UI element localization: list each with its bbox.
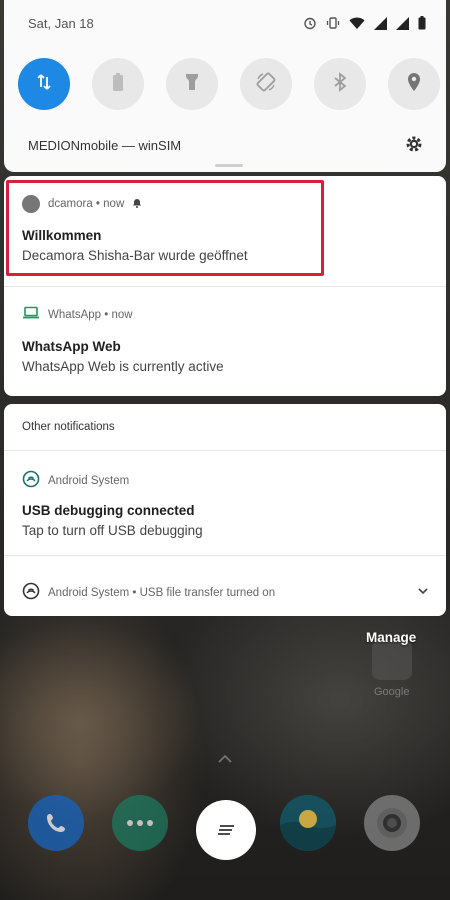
laptop-icon [22,306,40,323]
alarm-icon [303,16,317,30]
google-label: Google [374,686,410,698]
messages-app-icon [112,795,168,851]
data-arrows-icon [34,72,54,97]
status-bar: Sat, Jan 18 [28,14,426,36]
manage-button[interactable]: Manage [366,630,416,645]
phone-app-icon [28,795,84,851]
notification-app-line: Android System [48,474,130,487]
location-tile[interactable] [388,58,440,110]
clear-all-button [196,800,256,860]
notification-app-row: dcamora • now [22,195,142,213]
notification-title: USB debugging connected [22,503,195,518]
notification-app-row: Android System • USB file transfer turne… [22,582,275,603]
signal-icon [374,16,387,30]
camera-app-icon [364,795,420,851]
notification-app-row: Android System [22,470,129,491]
chevron-up-icon [218,750,232,768]
battery-icon [112,72,124,97]
drag-handle[interactable] [215,164,243,167]
notification-whatsapp[interactable]: WhatsApp • now WhatsApp Web WhatsApp Web… [4,287,446,396]
status-date: Sat, Jan 18 [28,16,94,31]
notification-body: WhatsApp Web is currently active [22,359,224,374]
notification-usb-debugging[interactable]: Android System USB debugging connected T… [4,451,446,555]
other-notifications-label: Other notifications [22,421,115,433]
location-icon [406,72,422,97]
wifi-icon [349,17,365,30]
auto-rotate-tile[interactable] [240,58,292,110]
notification-card-conversations: dcamora • now Willkommen Decamora Shisha… [4,176,446,396]
vibrate-icon [326,16,340,30]
mobile-data-tile[interactable] [18,58,70,110]
battery-saver-tile[interactable] [92,58,144,110]
notification-app-line: dcamora • now [48,198,125,210]
android-system-icon [22,470,40,491]
settings-gear-icon[interactable] [404,134,424,154]
signal-2-icon [396,16,409,30]
notification-dcamora[interactable]: dcamora • now Willkommen Decamora Shisha… [4,176,446,286]
notification-title: WhatsApp Web [22,339,121,354]
bluetooth-tile[interactable] [314,58,366,110]
quick-settings-tiles [18,58,440,110]
quick-settings-panel: Sat, Jan 18 MEDIONmobile — winSIM [4,0,446,172]
notification-usb-file-transfer[interactable]: Android System • USB file transfer turne… [4,556,446,616]
carrier-label: MEDIONmobile — winSIM [28,138,182,153]
google-app-icon [372,640,412,680]
notification-app-line: Android System • USB file transfer turne… [48,586,276,599]
dcamora-app-icon [22,195,40,213]
notification-title: Willkommen [22,228,102,243]
notification-body: Decamora Shisha-Bar wurde geöffnet [22,248,248,263]
wallpaper-fur [0,620,200,820]
status-icons [303,16,426,30]
bluetooth-icon [333,71,347,97]
battery-status-icon [418,16,426,30]
notification-app-line: WhatsApp • now [48,308,133,321]
notification-card-other: Other notifications Android System USB d… [4,404,446,616]
chevron-down-icon[interactable] [418,582,428,600]
flashlight-tile[interactable] [166,58,218,110]
android-system-icon [22,582,40,603]
notification-app-row: WhatsApp • now [22,306,133,323]
flashlight-icon [185,72,199,97]
gallery-app-icon [280,795,336,851]
bell-icon [132,198,142,211]
notification-body: Tap to turn off USB debugging [22,523,203,538]
rotate-icon [255,71,277,98]
